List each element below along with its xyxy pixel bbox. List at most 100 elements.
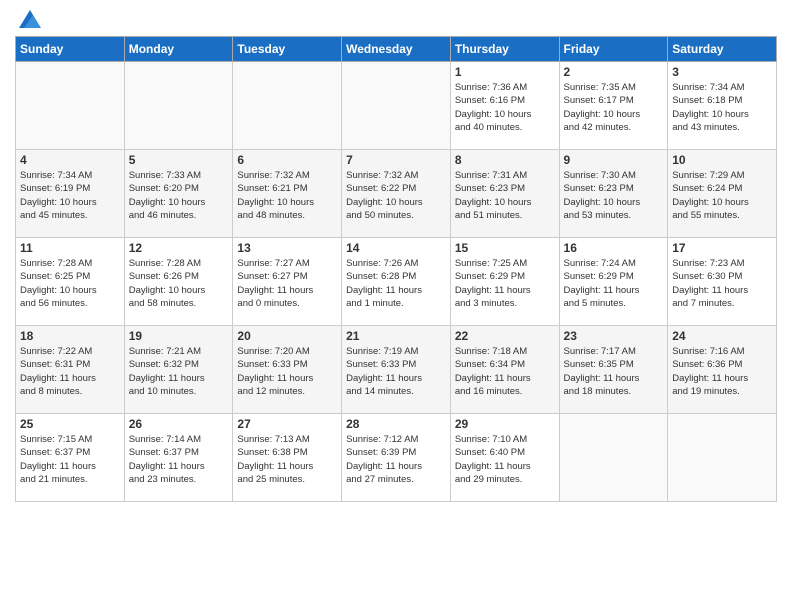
- day-info: Sunrise: 7:29 AMSunset: 6:24 PMDaylight:…: [672, 169, 772, 222]
- day-number: 6: [237, 153, 337, 167]
- day-info: Sunrise: 7:20 AMSunset: 6:33 PMDaylight:…: [237, 345, 337, 398]
- calendar-cell: 7Sunrise: 7:32 AMSunset: 6:22 PMDaylight…: [342, 150, 451, 238]
- calendar-cell: 9 Sunrise: 7:30 AMSunset: 6:23 PMDaylight…: [559, 150, 668, 238]
- calendar-cell: 1Sunrise: 7:36 AMSunset: 6:16 PMDaylight…: [450, 62, 559, 150]
- day-info: Sunrise: 7:21 AMSunset: 6:32 PMDaylight:…: [129, 345, 229, 398]
- day-number: 8: [455, 153, 555, 167]
- calendar-cell: [124, 62, 233, 150]
- day-number: 16: [564, 241, 664, 255]
- calendar-week-row: 1Sunrise: 7:36 AMSunset: 6:16 PMDaylight…: [16, 62, 777, 150]
- day-number: 22: [455, 329, 555, 343]
- day-of-week-header: Thursday: [450, 37, 559, 62]
- day-info: Sunrise: 7:28 AMSunset: 6:26 PMDaylight:…: [129, 257, 229, 310]
- calendar-cell: 25 Sunrise: 7:15 AMSunset: 6:37 PMDayligh…: [16, 414, 125, 502]
- day-of-week-header: Tuesday: [233, 37, 342, 62]
- calendar-table: SundayMondayTuesdayWednesdayThursdayFrid…: [15, 36, 777, 502]
- day-number: 23: [564, 329, 664, 343]
- day-info: Sunrise: 7:15 AMSunset: 6:37 PMDaylight:…: [20, 433, 120, 486]
- day-info: Sunrise: 7:25 AMSunset: 6:29 PMDaylight:…: [455, 257, 555, 310]
- day-number: 25: [20, 417, 120, 431]
- day-number: 12: [129, 241, 229, 255]
- calendar-cell: 26 Sunrise: 7:14 AMSunset: 6:37 PMDayligh…: [124, 414, 233, 502]
- calendar-week-row: 18 Sunrise: 7:22 AMSunset: 6:31 PMDayligh…: [16, 326, 777, 414]
- day-of-week-header: Friday: [559, 37, 668, 62]
- calendar-cell: 14 Sunrise: 7:26 AMSunset: 6:28 PMDayligh…: [342, 238, 451, 326]
- day-info: Sunrise: 7:16 AMSunset: 6:36 PMDaylight:…: [672, 345, 772, 398]
- calendar-cell: 6 Sunrise: 7:32 AMSunset: 6:21 PMDaylight…: [233, 150, 342, 238]
- day-info: Sunrise: 7:36 AMSunset: 6:16 PMDaylight:…: [455, 81, 555, 134]
- calendar-cell: 10 Sunrise: 7:29 AMSunset: 6:24 PMDayligh…: [668, 150, 777, 238]
- calendar-cell: 4Sunrise: 7:34 AMSunset: 6:19 PMDaylight…: [16, 150, 125, 238]
- day-number: 18: [20, 329, 120, 343]
- day-info: Sunrise: 7:24 AMSunset: 6:29 PMDaylight:…: [564, 257, 664, 310]
- calendar-cell: [233, 62, 342, 150]
- day-number: 20: [237, 329, 337, 343]
- calendar-cell: 27 Sunrise: 7:13 AMSunset: 6:38 PMDayligh…: [233, 414, 342, 502]
- day-number: 11: [20, 241, 120, 255]
- calendar-cell: 5 Sunrise: 7:33 AMSunset: 6:20 PMDaylight…: [124, 150, 233, 238]
- day-info: Sunrise: 7:13 AMSunset: 6:38 PMDaylight:…: [237, 433, 337, 486]
- calendar-week-row: 11 Sunrise: 7:28 AMSunset: 6:25 PMDayligh…: [16, 238, 777, 326]
- calendar-cell: 13 Sunrise: 7:27 AMSunset: 6:27 PMDayligh…: [233, 238, 342, 326]
- calendar-cell: [668, 414, 777, 502]
- day-info: Sunrise: 7:10 AMSunset: 6:40 PMDaylight:…: [455, 433, 555, 486]
- day-info: Sunrise: 7:28 AMSunset: 6:25 PMDaylight:…: [20, 257, 120, 310]
- day-of-week-header: Saturday: [668, 37, 777, 62]
- day-of-week-header: Wednesday: [342, 37, 451, 62]
- day-info: Sunrise: 7:27 AMSunset: 6:27 PMDaylight:…: [237, 257, 337, 310]
- day-info: Sunrise: 7:23 AMSunset: 6:30 PMDaylight:…: [672, 257, 772, 310]
- calendar-cell: 28 Sunrise: 7:12 AMSunset: 6:39 PMDayligh…: [342, 414, 451, 502]
- day-info: Sunrise: 7:32 AMSunset: 6:22 PMDaylight:…: [346, 169, 446, 222]
- day-number: 9: [564, 153, 664, 167]
- day-number: 2: [564, 65, 664, 79]
- day-info: Sunrise: 7:14 AMSunset: 6:37 PMDaylight:…: [129, 433, 229, 486]
- calendar-cell: 12 Sunrise: 7:28 AMSunset: 6:26 PMDayligh…: [124, 238, 233, 326]
- day-info: Sunrise: 7:17 AMSunset: 6:35 PMDaylight:…: [564, 345, 664, 398]
- calendar-cell: [559, 414, 668, 502]
- header: [15, 10, 777, 28]
- day-number: 13: [237, 241, 337, 255]
- day-info: Sunrise: 7:26 AMSunset: 6:28 PMDaylight:…: [346, 257, 446, 310]
- calendar-cell: 8Sunrise: 7:31 AMSunset: 6:23 PMDaylight…: [450, 150, 559, 238]
- calendar-cell: [16, 62, 125, 150]
- calendar-cell: 20 Sunrise: 7:20 AMSunset: 6:33 PMDayligh…: [233, 326, 342, 414]
- calendar-header-row: SundayMondayTuesdayWednesdayThursdayFrid…: [16, 37, 777, 62]
- calendar-cell: 23 Sunrise: 7:17 AMSunset: 6:35 PMDayligh…: [559, 326, 668, 414]
- day-info: Sunrise: 7:30 AMSunset: 6:23 PMDaylight:…: [564, 169, 664, 222]
- day-number: 28: [346, 417, 446, 431]
- calendar-week-row: 25 Sunrise: 7:15 AMSunset: 6:37 PMDayligh…: [16, 414, 777, 502]
- calendar-cell: 11 Sunrise: 7:28 AMSunset: 6:25 PMDayligh…: [16, 238, 125, 326]
- day-info: Sunrise: 7:22 AMSunset: 6:31 PMDaylight:…: [20, 345, 120, 398]
- day-number: 3: [672, 65, 772, 79]
- day-number: 27: [237, 417, 337, 431]
- day-number: 21: [346, 329, 446, 343]
- day-info: Sunrise: 7:18 AMSunset: 6:34 PMDaylight:…: [455, 345, 555, 398]
- day-number: 15: [455, 241, 555, 255]
- calendar-cell: 3 Sunrise: 7:34 AMSunset: 6:18 PMDaylight…: [668, 62, 777, 150]
- day-number: 26: [129, 417, 229, 431]
- calendar-week-row: 4Sunrise: 7:34 AMSunset: 6:19 PMDaylight…: [16, 150, 777, 238]
- day-number: 5: [129, 153, 229, 167]
- day-info: Sunrise: 7:12 AMSunset: 6:39 PMDaylight:…: [346, 433, 446, 486]
- calendar-cell: 15 Sunrise: 7:25 AMSunset: 6:29 PMDayligh…: [450, 238, 559, 326]
- day-number: 17: [672, 241, 772, 255]
- calendar-cell: 17 Sunrise: 7:23 AMSunset: 6:30 PMDayligh…: [668, 238, 777, 326]
- day-number: 10: [672, 153, 772, 167]
- day-info: Sunrise: 7:34 AMSunset: 6:18 PMDaylight:…: [672, 81, 772, 134]
- day-number: 24: [672, 329, 772, 343]
- calendar-cell: 2 Sunrise: 7:35 AMSunset: 6:17 PMDaylight…: [559, 62, 668, 150]
- logo: [15, 10, 41, 28]
- calendar-cell: 21 Sunrise: 7:19 AMSunset: 6:33 PMDayligh…: [342, 326, 451, 414]
- day-number: 14: [346, 241, 446, 255]
- day-info: Sunrise: 7:19 AMSunset: 6:33 PMDaylight:…: [346, 345, 446, 398]
- page-container: SundayMondayTuesdayWednesdayThursdayFrid…: [0, 0, 792, 612]
- logo-icon: [19, 10, 41, 28]
- calendar-cell: 29Sunrise: 7:10 AMSunset: 6:40 PMDayligh…: [450, 414, 559, 502]
- day-of-week-header: Monday: [124, 37, 233, 62]
- calendar-cell: 24 Sunrise: 7:16 AMSunset: 6:36 PMDayligh…: [668, 326, 777, 414]
- day-number: 4: [20, 153, 120, 167]
- day-info: Sunrise: 7:35 AMSunset: 6:17 PMDaylight:…: [564, 81, 664, 134]
- day-info: Sunrise: 7:33 AMSunset: 6:20 PMDaylight:…: [129, 169, 229, 222]
- day-info: Sunrise: 7:32 AMSunset: 6:21 PMDaylight:…: [237, 169, 337, 222]
- day-of-week-header: Sunday: [16, 37, 125, 62]
